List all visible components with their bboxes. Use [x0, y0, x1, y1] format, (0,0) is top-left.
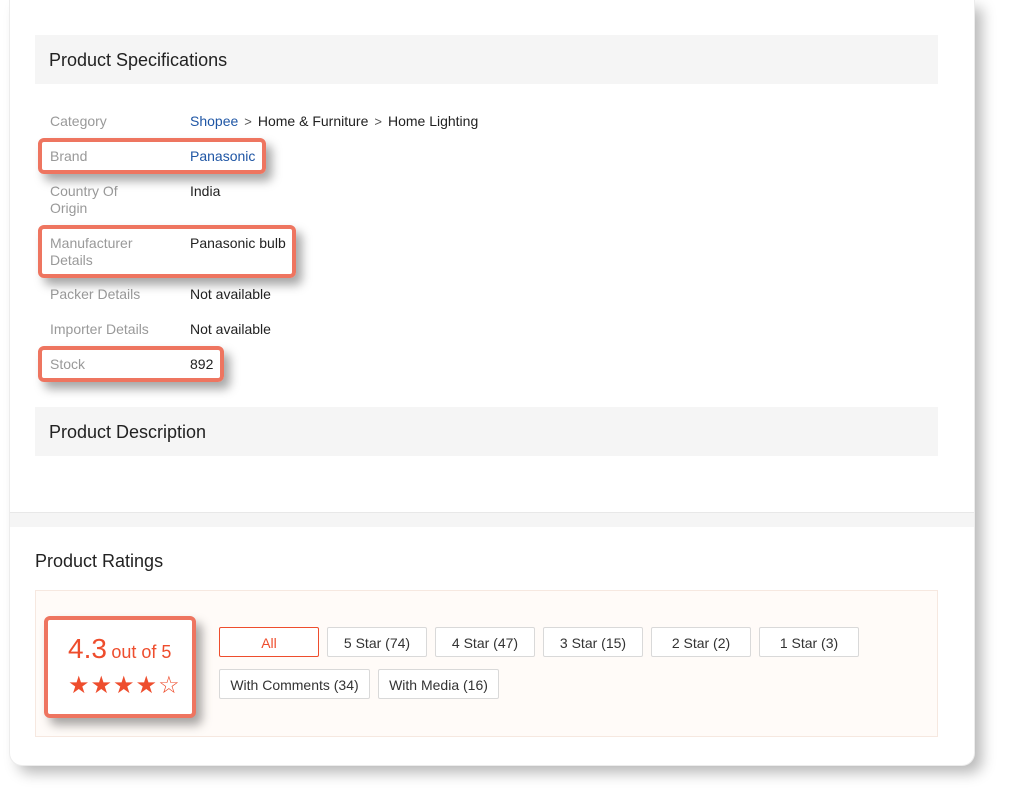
product-detail-card: Product Specifications Category Shopee > H… — [10, 0, 974, 765]
filter-4-star[interactable]: 4 Star (47) — [435, 627, 535, 657]
category-label: Category — [50, 113, 107, 129]
breadcrumb-link-home-lighting[interactable]: Home Lighting — [388, 113, 478, 129]
filter-1-star[interactable]: 1 Star (3) — [759, 627, 859, 657]
rating-score-value: 4.3 — [68, 633, 107, 664]
ratings-overview: 4.3 out of 5 ★★★★☆ All 5 Star (74) 4 Sta… — [35, 590, 938, 737]
filter-2-star[interactable]: 2 Star (2) — [651, 627, 751, 657]
rating-score: 4.3 out of 5 — [68, 633, 171, 665]
filter-with-media[interactable]: With Media (16) — [378, 669, 499, 699]
chevron-right-icon: > — [374, 114, 382, 129]
importer-value: Not available — [190, 321, 271, 337]
specifications-title: Product Specifications — [49, 50, 228, 70]
stock-value: 892 — [190, 356, 214, 372]
highlight-stock — [38, 346, 224, 382]
highlight-manufacturer — [38, 225, 296, 278]
country-label: Country Of Origin — [50, 183, 118, 216]
ratings-title: Product Ratings — [35, 551, 164, 571]
star-rating-icon: ★★★★☆ — [68, 672, 181, 699]
importer-label: Importer Details — [50, 321, 149, 337]
breadcrumb: Shopee > Home & Furniture > Home Lighting — [190, 113, 590, 130]
filter-with-comments[interactable]: With Comments (34) — [219, 669, 370, 699]
section-divider — [10, 512, 974, 527]
breadcrumb-link-home-furniture[interactable]: Home & Furniture — [258, 113, 368, 129]
description-title: Product Description — [49, 422, 207, 442]
description-header: Product Description — [35, 407, 938, 456]
rating-score-suffix: out of 5 — [111, 642, 172, 662]
chevron-right-icon: > — [244, 114, 252, 129]
rating-score-box: 4.3 out of 5 ★★★★☆ — [44, 616, 196, 718]
packer-value: Not available — [190, 286, 271, 302]
filter-3-star[interactable]: 3 Star (15) — [543, 627, 643, 657]
filter-5-star[interactable]: 5 Star (74) — [327, 627, 427, 657]
country-value: India — [190, 183, 221, 199]
highlight-brand — [38, 138, 266, 174]
specifications-header: Product Specifications — [35, 35, 938, 84]
packer-label: Packer Details — [50, 286, 141, 302]
filter-all[interactable]: All — [219, 627, 319, 657]
breadcrumb-link-shopee[interactable]: Shopee — [190, 113, 238, 129]
